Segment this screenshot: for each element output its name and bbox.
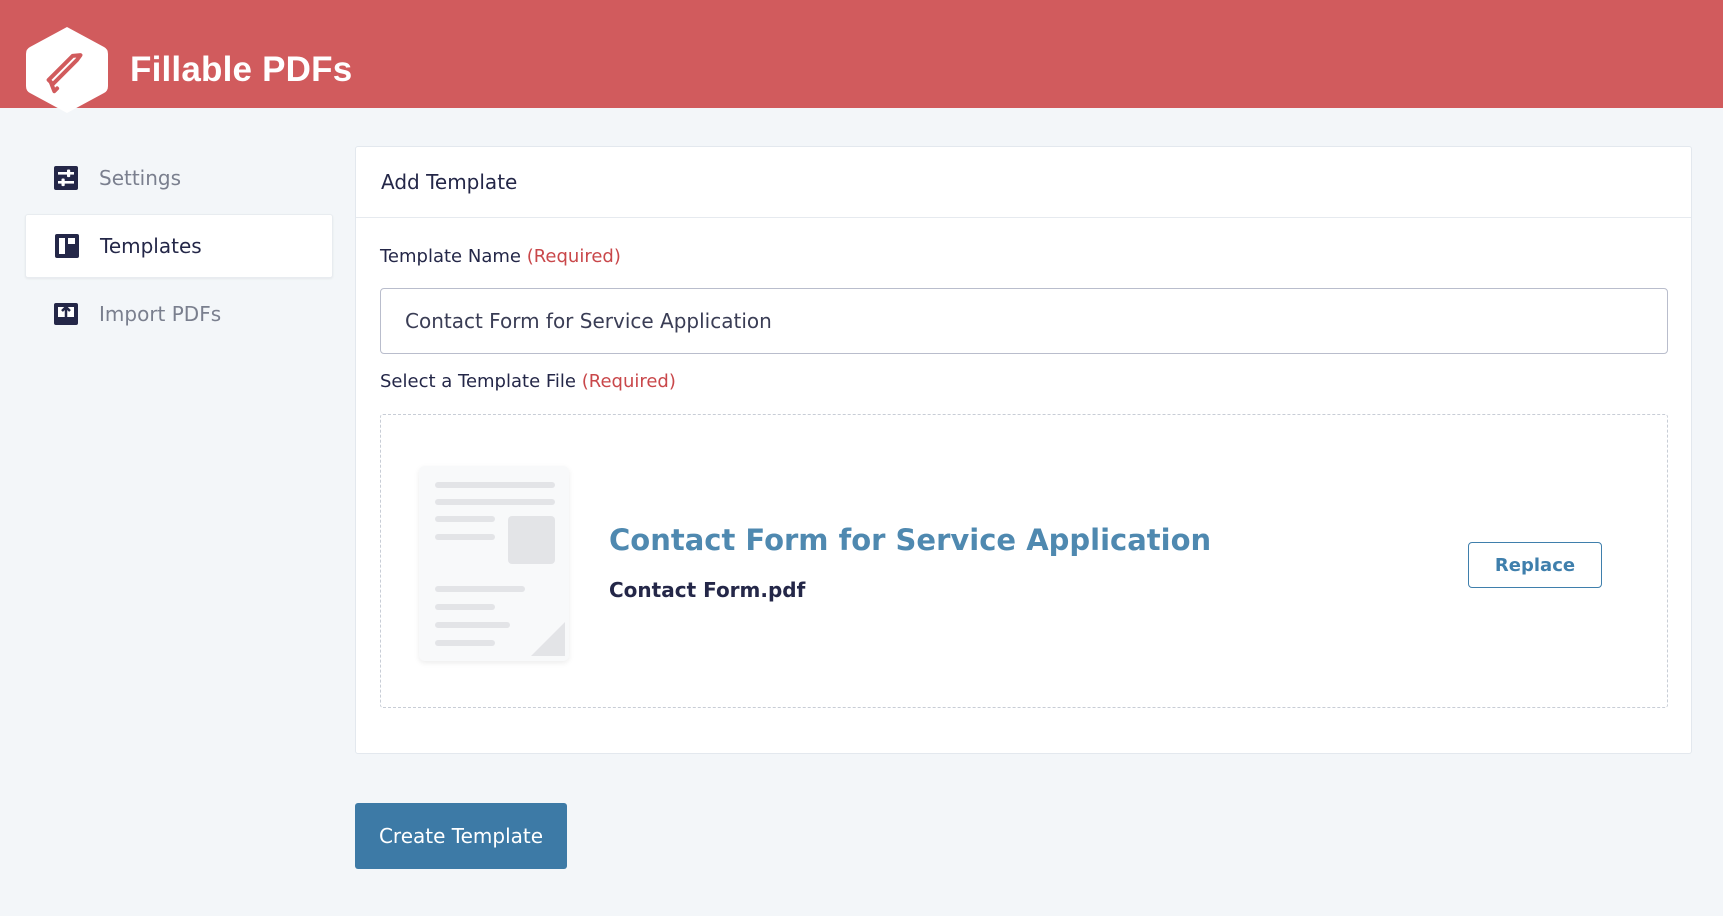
sidebar-item-label: Import PDFs (99, 302, 222, 326)
card-title: Add Template (356, 147, 1691, 218)
sidebar-item-label: Settings (99, 166, 182, 190)
import-upload-icon (53, 301, 79, 327)
file-title: Contact Form for Service Application (609, 523, 1212, 557)
template-name-label: Template Name (Required) (380, 246, 621, 267)
template-file-label: Select a Template File (Required) (380, 371, 676, 392)
template-name-label-text: Template Name (380, 246, 521, 267)
replace-file-button[interactable]: Replace (1468, 542, 1602, 588)
templates-layout-icon (54, 233, 80, 259)
sidebar-item-settings[interactable]: Settings (25, 146, 333, 210)
sidebar-item-label: Templates (100, 234, 202, 258)
add-template-card: Add Template Template Name (Required) Se… (355, 146, 1692, 754)
create-template-button[interactable]: Create Template (355, 803, 567, 869)
pdf-document-icon (419, 466, 569, 661)
template-file-label-text: Select a Template File (380, 371, 576, 392)
sidebar-item-import-pdfs[interactable]: Import PDFs (25, 282, 333, 346)
required-indicator: (Required) (526, 246, 621, 267)
app-title: Fillable PDFs (130, 50, 353, 89)
app-logo-icon[interactable] (24, 25, 110, 115)
required-indicator: (Required) (581, 371, 676, 392)
file-dropzone[interactable]: Contact Form for Service Application Con… (380, 414, 1668, 708)
sidebar-nav: Settings Templates Import PDFs (25, 146, 333, 346)
template-name-input[interactable] (380, 288, 1668, 354)
file-name: Contact Form.pdf (609, 578, 806, 602)
top-bar: Fillable PDFs (0, 0, 1723, 113)
sidebar-item-templates[interactable]: Templates (25, 214, 333, 278)
settings-sliders-icon (53, 165, 79, 191)
